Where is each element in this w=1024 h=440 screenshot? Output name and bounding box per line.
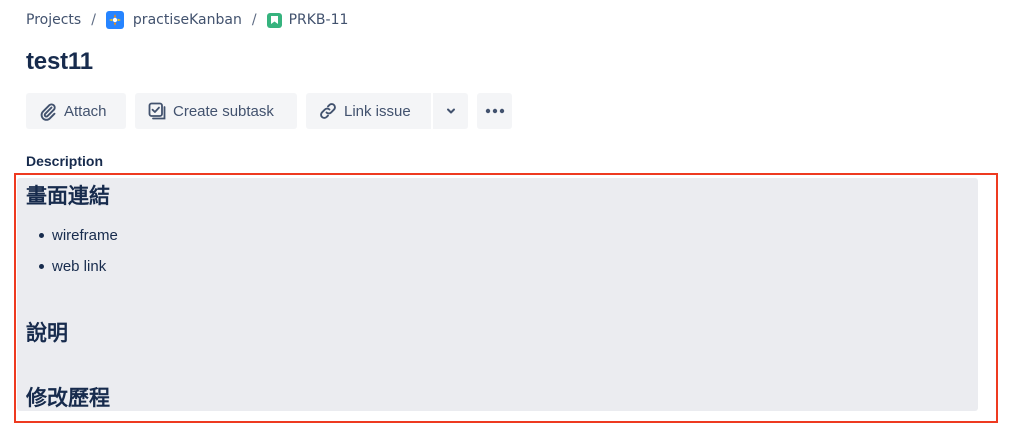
attach-label: Attach <box>64 102 107 120</box>
link-issue-dropdown-button[interactable] <box>433 93 468 129</box>
breadcrumb-issue[interactable]: PRKB-11 <box>266 12 349 28</box>
subtask-icon <box>148 102 166 120</box>
description-label: Description <box>26 153 104 169</box>
breadcrumb-separator: / <box>251 12 257 28</box>
create-subtask-button[interactable]: Create subtask <box>135 93 297 129</box>
breadcrumb-project[interactable]: practiseKanban <box>105 11 242 29</box>
issue-toolbar: Attach Create subtask Link issue <box>26 93 521 129</box>
issue-title[interactable]: test11 <box>26 48 93 76</box>
breadcrumb: Projects / practiseKanban / PRKB-11 <box>26 10 348 30</box>
breadcrumb-projects[interactable]: Projects <box>26 12 81 28</box>
more-icon <box>485 108 504 114</box>
link-issue-button[interactable]: Link issue <box>306 93 431 129</box>
more-actions-button[interactable] <box>477 93 512 129</box>
project-icon <box>105 11 124 29</box>
paperclip-icon <box>40 103 56 121</box>
story-icon <box>266 12 282 28</box>
link-icon <box>320 103 336 119</box>
link-issue-label: Link issue <box>344 102 411 120</box>
breadcrumb-issue-key: PRKB-11 <box>288 12 349 28</box>
breadcrumb-project-label: practiseKanban <box>132 12 242 28</box>
highlight-box <box>14 173 998 423</box>
chevron-down-icon <box>446 108 455 114</box>
attach-button[interactable]: Attach <box>26 93 126 129</box>
breadcrumb-separator: / <box>91 12 96 28</box>
create-subtask-label: Create subtask <box>173 102 274 120</box>
